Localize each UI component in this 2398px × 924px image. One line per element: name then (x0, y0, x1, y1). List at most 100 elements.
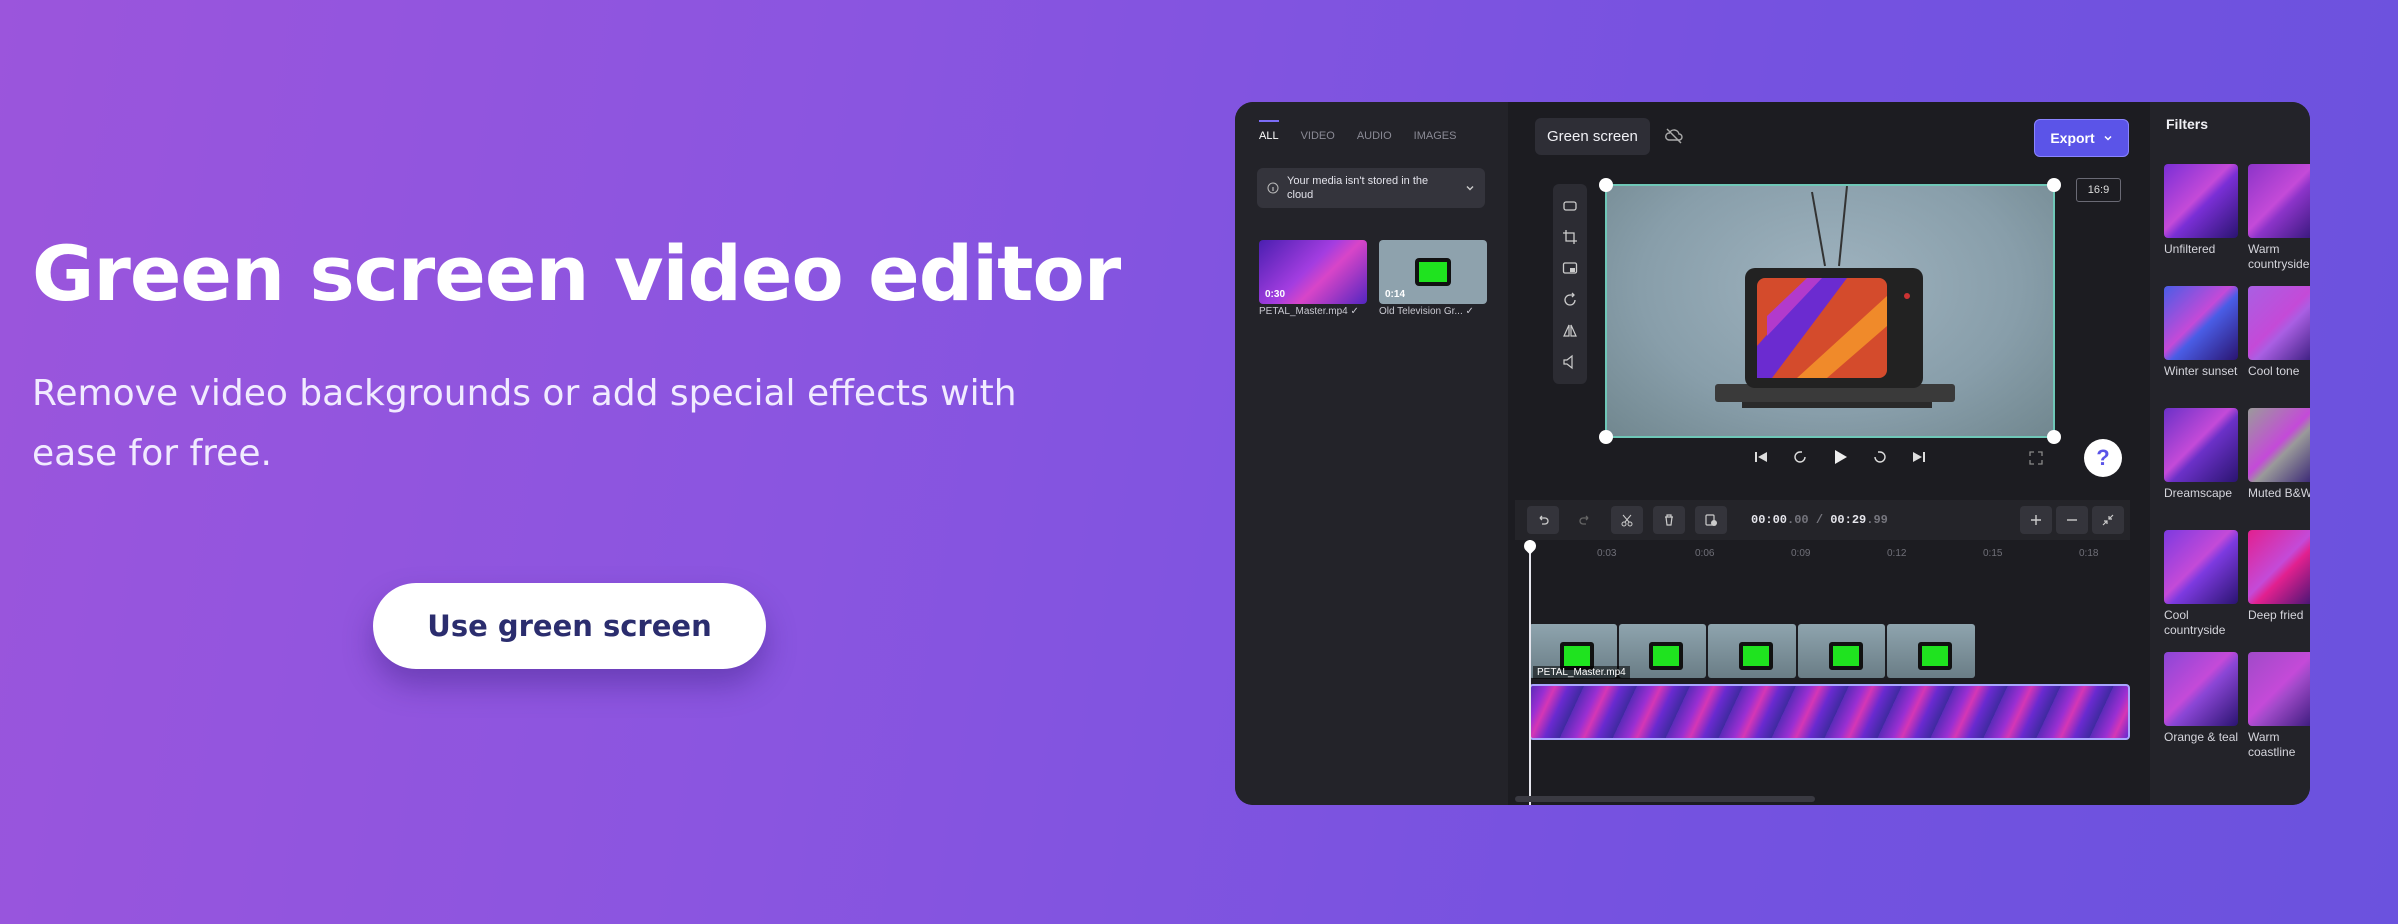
tab-audio[interactable]: AUDIO (1357, 130, 1392, 146)
forward-5-icon[interactable] (1871, 448, 1889, 466)
filter-swatch (2248, 164, 2310, 238)
filter-label: Winter sunset (2164, 364, 2238, 378)
canvas-tools (1553, 184, 1587, 384)
timecode-separator: / (1808, 513, 1831, 527)
media-thumb-tv[interactable]: 0:14 (1379, 240, 1487, 304)
chevron-down-icon (1466, 186, 1474, 191)
zoom-controls (2020, 506, 2130, 534)
split-button[interactable] (1611, 506, 1643, 534)
filter-item[interactable]: Unfiltered (2164, 164, 2240, 257)
redo-icon (1579, 515, 1589, 525)
timecode: 00:00.00 / 00:29.99 (1751, 513, 1888, 527)
export-button[interactable]: Export (2034, 119, 2129, 157)
timecode-current-frac: .00 (1787, 513, 1809, 527)
plus-icon (2031, 515, 2041, 525)
preview-canvas[interactable] (1599, 178, 2061, 444)
rewind-5-icon[interactable] (1791, 448, 1809, 466)
delete-button[interactable] (1653, 506, 1685, 534)
filter-swatch (2164, 652, 2238, 726)
redo-button[interactable] (1569, 506, 1601, 534)
filter-swatch (2164, 286, 2238, 360)
filters-panel: Filters Unfiltered Warm countryside Winter… (2150, 102, 2310, 805)
project-name[interactable]: Green screen (1535, 117, 1650, 155)
zoom-out-button[interactable] (2056, 506, 2088, 534)
timeline-scrollbar[interactable] (1515, 796, 1815, 802)
tv-clip-frame (1887, 624, 1975, 678)
help-button[interactable]: ? (2084, 439, 2122, 477)
timeline: 00:00.00 / 00:29.99 0:03 0:06 0:09 0:12 … (1515, 500, 2130, 805)
ruler-tick: 0:12 (1887, 548, 1907, 559)
filter-item[interactable]: Dreamscape (2164, 408, 2240, 501)
filter-swatch (2164, 408, 2238, 482)
tv-clip-frame (1708, 624, 1796, 678)
filter-item[interactable]: Cool countryside (2164, 530, 2240, 638)
media-panel: ALL VIDEO AUDIO IMAGES Your media isn't … (1235, 102, 1508, 805)
use-green-screen-button[interactable]: Use green screen (373, 583, 766, 669)
ruler-tick: 0:15 (1983, 548, 2003, 559)
filter-swatch (2248, 652, 2310, 726)
tv-icon (1415, 258, 1451, 286)
timecode-total: 00:29 (1830, 513, 1867, 527)
crop-icon[interactable] (1562, 229, 1578, 245)
filter-item[interactable]: Deep fried (2248, 530, 2310, 623)
skip-forward-icon[interactable] (1911, 449, 1927, 465)
filter-swatch (2164, 164, 2238, 238)
filter-swatch (2164, 530, 2238, 604)
filter-swatch (2248, 286, 2310, 360)
fullscreen-icon[interactable] (2029, 451, 2043, 465)
tab-video[interactable]: VIDEO (1301, 130, 1335, 146)
filter-item[interactable]: Warm coastline (2248, 652, 2310, 760)
aspect-ratio-button[interactable]: 16:9 (2076, 178, 2121, 202)
detach-audio-button[interactable] (1695, 506, 1727, 534)
filter-item[interactable]: Winter sunset (2164, 286, 2240, 379)
filter-item[interactable]: Warm countryside (2248, 164, 2310, 272)
ruler-tick: 0:18 (2079, 548, 2099, 559)
cloud-note[interactable]: Your media isn't stored in the cloud (1257, 168, 1485, 208)
collapse-icon (2102, 514, 2114, 526)
resize-handle[interactable] (1599, 178, 1613, 192)
preview-bar: Green screen (1535, 116, 1684, 156)
filter-swatch (2248, 530, 2310, 604)
tab-all[interactable]: ALL (1259, 120, 1279, 146)
media-thumb-petal[interactable]: 0:30 (1259, 240, 1367, 304)
editor-screenshot: ALL VIDEO AUDIO IMAGES Your media isn't … (1235, 102, 2310, 805)
tv-clip-frame (1618, 624, 1707, 678)
volume-icon[interactable] (1562, 354, 1578, 370)
tab-images[interactable]: IMAGES (1414, 130, 1457, 146)
resize-handle[interactable] (1599, 430, 1613, 444)
rotate-icon[interactable] (1562, 292, 1578, 308)
zoom-fit-button[interactable] (2092, 506, 2124, 534)
ruler-tick: 0:03 (1597, 548, 1617, 559)
undo-button[interactable] (1527, 506, 1559, 534)
filter-label: Orange & teal (2164, 730, 2239, 744)
media-name: Old Television Gr... ✓ (1379, 306, 1474, 317)
export-label: Export (2050, 130, 2095, 146)
undo-icon (1539, 515, 1549, 525)
pip-icon[interactable] (1562, 260, 1578, 276)
resize-handle[interactable] (2047, 430, 2061, 444)
filter-item[interactable]: Muted B&W (2248, 408, 2310, 501)
filter-label: Deep fried (2248, 608, 2304, 622)
play-icon[interactable] (1831, 448, 1849, 466)
flip-icon[interactable] (1562, 323, 1578, 339)
tv-preview (1715, 185, 1955, 408)
playhead[interactable] (1529, 540, 1531, 805)
resize-handle[interactable] (2047, 178, 2061, 192)
audio-detach-icon (1705, 514, 1717, 526)
media-name: PETAL_Master.mp4 ✓ (1259, 306, 1359, 317)
video-track[interactable] (1529, 684, 2130, 740)
zoom-in-button[interactable] (2020, 506, 2052, 534)
skip-back-icon[interactable] (1753, 449, 1769, 465)
filter-item[interactable]: Cool tone (2248, 286, 2310, 379)
filter-label: Unfiltered (2164, 242, 2216, 256)
cloud-note-text: Your media isn't stored in the cloud (1287, 175, 1429, 201)
filter-item[interactable]: Orange & teal (2164, 652, 2240, 745)
info-icon (1267, 182, 1279, 194)
filter-label: Muted B&W (2248, 486, 2310, 500)
scissors-icon (1621, 514, 1633, 527)
filter-label: Warm coastline (2248, 730, 2296, 759)
ruler-tick: 0:09 (1791, 548, 1811, 559)
fit-icon[interactable] (1562, 198, 1578, 214)
chevron-down-icon (2104, 135, 2112, 141)
cloud-off-icon[interactable] (1664, 127, 1684, 145)
